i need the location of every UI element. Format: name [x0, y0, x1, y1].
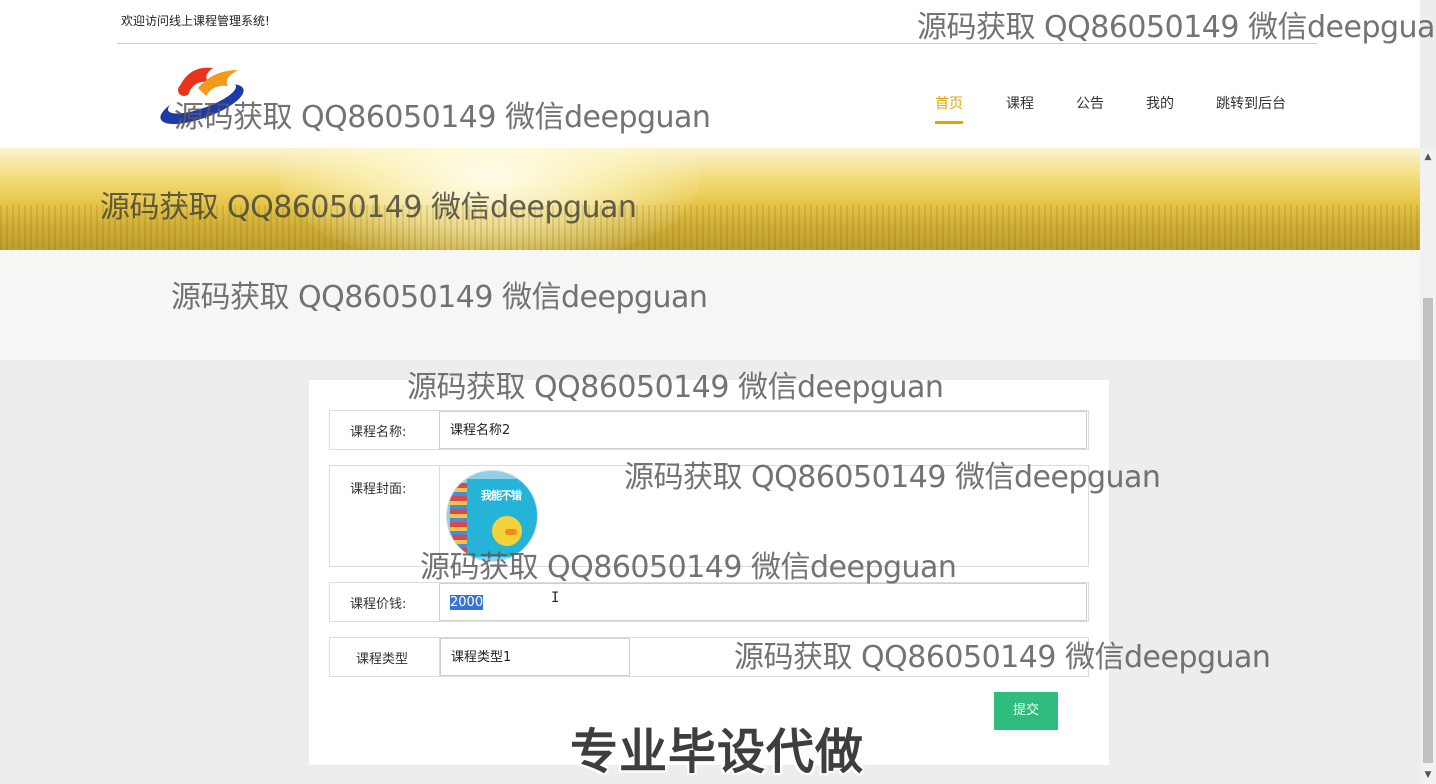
watermark-strip: 源码获取 QQ86050149 微信deepguan: [171, 280, 708, 315]
watermark-top-right: 源码获取 QQ86050149 微信deepgua: [917, 10, 1435, 45]
nav-admin[interactable]: 跳转到后台: [1216, 94, 1286, 124]
submit-button[interactable]: 提交: [994, 692, 1058, 730]
welcome-text: 欢迎访问线上课程管理系统!: [121, 14, 270, 28]
watermark-banner: 源码获取 QQ86050149 微信deepguan: [100, 190, 637, 225]
promo-watermark: 专业毕设代做: [570, 724, 865, 780]
watermark-logo: 源码获取 QQ86050149 微信deepguan: [174, 100, 711, 135]
scroll-down-icon[interactable]: ▼: [1420, 768, 1436, 782]
course-price-label: 课程价钱:: [330, 583, 440, 621]
watermark-cover: 源码获取 QQ86050149 微信deepguan: [624, 460, 1161, 495]
watermark-price: 源码获取 QQ86050149 微信deepguan: [420, 550, 957, 585]
duck-beak: [505, 529, 517, 535]
watermark-type: 源码获取 QQ86050149 微信deepguan: [734, 640, 1271, 675]
watermark-panel-top: 源码获取 QQ86050149 微信deepguan: [407, 370, 944, 405]
nav-home[interactable]: 首页: [935, 94, 963, 124]
nav-mine[interactable]: 我的: [1146, 94, 1174, 124]
course-price-value: 2000: [450, 595, 484, 610]
text-cursor-icon: I: [551, 590, 560, 606]
course-name-label: 课程名称:: [330, 411, 440, 449]
scroll-up-icon[interactable]: ▲: [1420, 150, 1436, 164]
course-price-input[interactable]: 2000: [439, 583, 1087, 621]
course-type-label: 课程类型: [330, 638, 440, 676]
page-scrollbar[interactable]: ▲ ▼: [1420, 148, 1436, 784]
course-type-select[interactable]: 课程类型1: [440, 638, 630, 676]
nav-courses[interactable]: 课程: [1006, 94, 1034, 124]
course-name-input[interactable]: 课程名称2: [439, 411, 1087, 449]
nav-announcements[interactable]: 公告: [1076, 94, 1104, 124]
book-title: 我能不错: [481, 489, 522, 502]
scroll-thumb[interactable]: [1423, 298, 1433, 763]
